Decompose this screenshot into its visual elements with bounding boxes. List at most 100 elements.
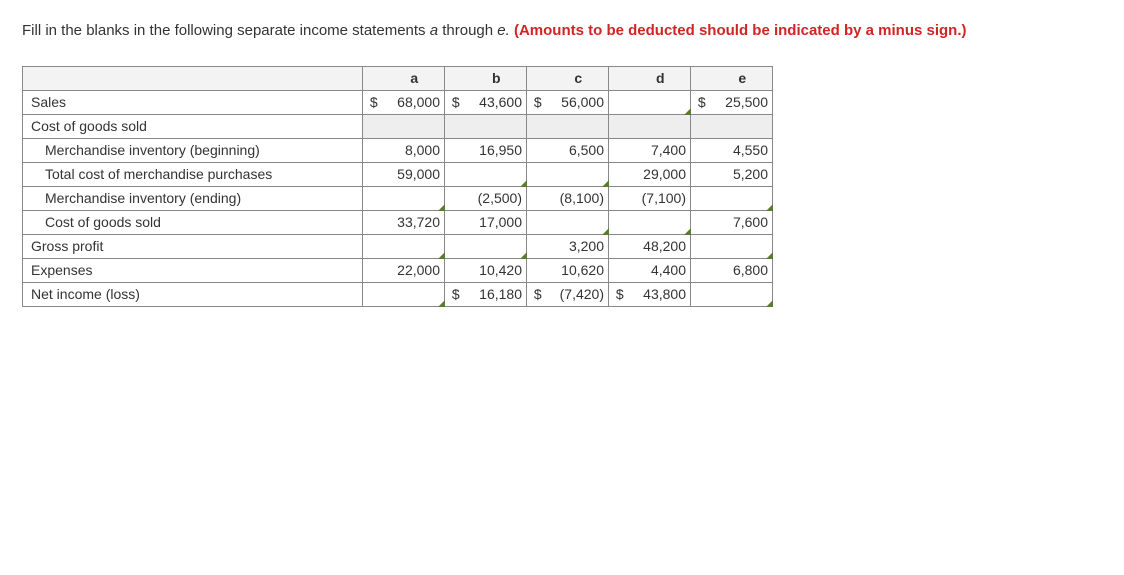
instr-text-1: Fill in the blanks in the following sepa… [22,22,430,39]
cell-sales-e-sym: $ [691,90,713,114]
cell-expenses-b: 10,420 [467,258,527,282]
cell-sales-a: 68,000 [385,90,445,114]
cell-cogs_hdr-b [467,114,527,138]
cell-cogs_hdr-e [713,114,773,138]
cell-cogs_hdr-c-sym [527,114,549,138]
header-a-s [363,66,385,90]
cell-mi_end-b: (2,500) [467,186,527,210]
income-statement-table-wrap: a b c d e Sales$68,000$43,600$56,000$25,… [22,66,1102,307]
header-blank [23,66,363,90]
label-purchases: Total cost of merchandise purchases [23,162,363,186]
cell-purchases-c[interactable] [549,162,609,186]
header-row: a b c d e [23,66,773,90]
label-netincome: Net income (loss) [23,282,363,306]
instr-ital-e: e. [497,22,514,39]
cell-netincome-b-sym: $ [445,282,467,306]
cell-gross-d-sym [609,234,631,258]
row-expenses: Expenses22,00010,42010,6204,4006,800 [23,258,773,282]
label-expenses: Expenses [23,258,363,282]
row-purchases: Total cost of merchandise purchases59,00… [23,162,773,186]
label-mi_beg: Merchandise inventory (beginning) [23,138,363,162]
cell-cogs_hdr-c [549,114,609,138]
cell-mi_end-e-sym[interactable] [691,186,713,210]
cell-gross-e-sym[interactable] [691,234,713,258]
cell-cogs_hdr-d [631,114,691,138]
cell-purchases-b-sym[interactable] [445,162,467,186]
cell-cogs-d-sym[interactable] [609,210,631,234]
cell-mi_beg-b: 16,950 [467,138,527,162]
cell-expenses-a-sym [363,258,385,282]
row-mi_end: Merchandise inventory (ending)(2,500)(8,… [23,186,773,210]
row-netincome: Net income (loss)$16,180$(7,420)$43,800 [23,282,773,306]
cell-purchases-c-sym[interactable] [527,162,549,186]
cell-purchases-e: 5,200 [713,162,773,186]
cell-sales-d-sym[interactable] [609,90,631,114]
cell-sales-b: 43,600 [467,90,527,114]
row-gross: Gross profit3,20048,200 [23,234,773,258]
cell-purchases-d: 29,000 [631,162,691,186]
cell-cogs_hdr-b-sym [445,114,467,138]
cell-mi_end-a-sym[interactable] [363,186,385,210]
cell-gross-e[interactable] [713,234,773,258]
cell-cogs_hdr-e-sym [691,114,713,138]
cell-netincome-a-sym[interactable] [363,282,385,306]
cell-expenses-d-sym [609,258,631,282]
cell-mi_beg-b-sym [445,138,467,162]
cell-cogs_hdr-a-sym [363,114,385,138]
label-cogs: Cost of goods sold [23,210,363,234]
cell-sales-e: 25,500 [713,90,773,114]
cell-cogs-c[interactable] [549,210,609,234]
cell-gross-a[interactable] [385,234,445,258]
cell-netincome-e[interactable] [713,282,773,306]
cell-mi_end-a[interactable] [385,186,445,210]
cell-gross-b[interactable] [467,234,527,258]
header-e-s [691,66,713,90]
cell-gross-c: 3,200 [549,234,609,258]
row-sales: Sales$68,000$43,600$56,000$25,500 [23,90,773,114]
cell-sales-d[interactable] [631,90,691,114]
cell-expenses-d: 4,400 [631,258,691,282]
cell-mi_beg-a: 8,000 [385,138,445,162]
cell-cogs-c-sym[interactable] [527,210,549,234]
cell-netincome-d: 43,800 [631,282,691,306]
cell-mi_beg-e-sym [691,138,713,162]
cell-sales-b-sym: $ [445,90,467,114]
cell-cogs-d[interactable] [631,210,691,234]
cell-mi_end-d: (7,100) [631,186,691,210]
header-e: e [713,66,773,90]
header-b: b [467,66,527,90]
cell-netincome-b: 16,180 [467,282,527,306]
cell-cogs-b-sym [445,210,467,234]
cell-netincome-c: (7,420) [549,282,609,306]
cell-purchases-a-sym [363,162,385,186]
cell-cogs_hdr-a [385,114,445,138]
label-cogs_hdr: Cost of goods sold [23,114,363,138]
cell-cogs-a: 33,720 [385,210,445,234]
cell-sales-c-sym: $ [527,90,549,114]
header-c-s [527,66,549,90]
label-sales: Sales [23,90,363,114]
cell-purchases-b[interactable] [467,162,527,186]
cell-expenses-e-sym [691,258,713,282]
cell-mi_end-c: (8,100) [549,186,609,210]
cell-purchases-d-sym [609,162,631,186]
label-gross: Gross profit [23,234,363,258]
row-cogs: Cost of goods sold33,72017,0007,600 [23,210,773,234]
income-statement-table: a b c d e Sales$68,000$43,600$56,000$25,… [22,66,773,307]
cell-mi_end-e[interactable] [713,186,773,210]
cell-mi_beg-c-sym [527,138,549,162]
row-cogs_hdr: Cost of goods sold [23,114,773,138]
cell-gross-a-sym[interactable] [363,234,385,258]
cell-sales-a-sym: $ [363,90,385,114]
cell-cogs-e: 7,600 [713,210,773,234]
instr-red: (Amounts to be deducted should be indica… [514,22,967,39]
cell-gross-b-sym[interactable] [445,234,467,258]
cell-gross-c-sym [527,234,549,258]
cell-netincome-e-sym[interactable] [691,282,713,306]
cell-expenses-c-sym [527,258,549,282]
cell-netincome-a[interactable] [385,282,445,306]
instructions: Fill in the blanks in the following sepa… [22,20,1102,42]
cell-mi_beg-d-sym [609,138,631,162]
cell-expenses-c: 10,620 [549,258,609,282]
cell-mi_beg-e: 4,550 [713,138,773,162]
